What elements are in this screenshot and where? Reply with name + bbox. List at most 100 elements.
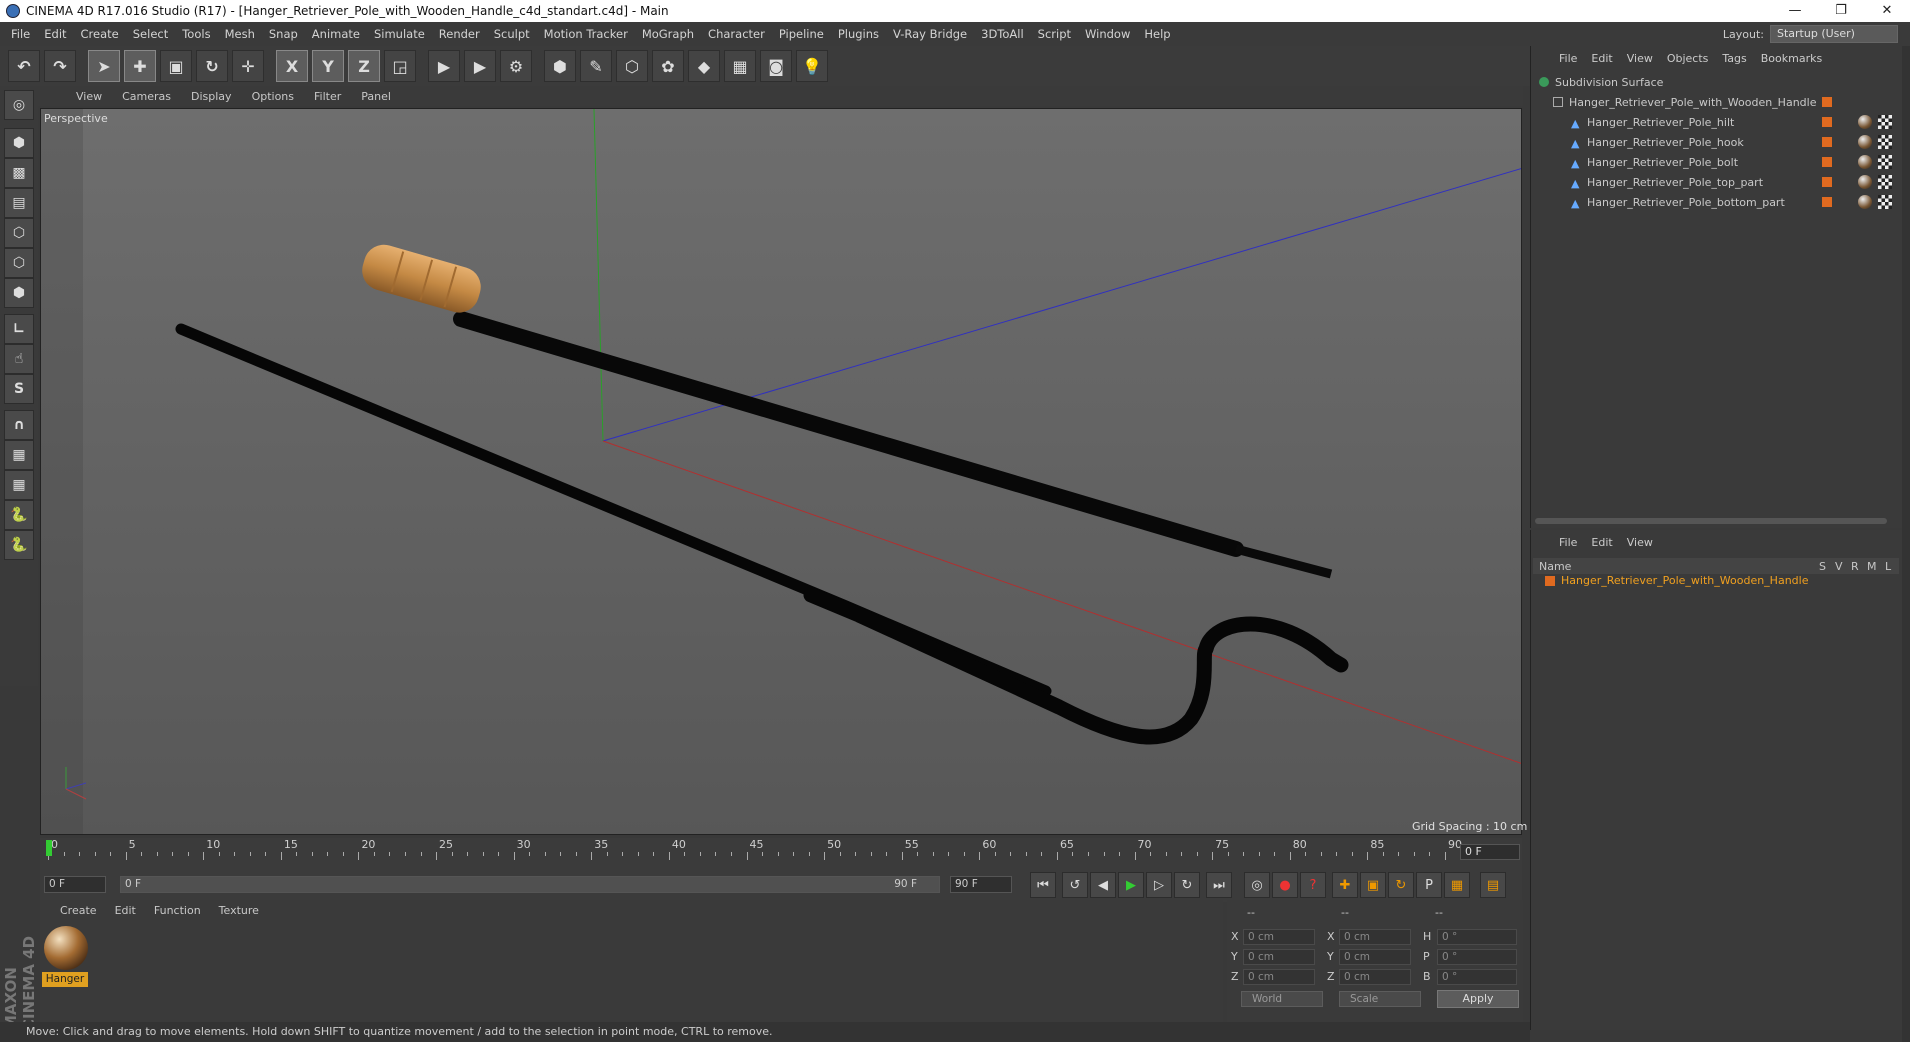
subdivision-icon[interactable]: ⬡ <box>616 50 648 82</box>
viewport-menu-filter[interactable]: Filter <box>304 90 351 103</box>
key-pla-icon[interactable]: ▦ <box>1444 872 1470 898</box>
key-rotation-icon[interactable]: ↻ <box>1388 872 1414 898</box>
light-icon[interactable]: 💡 <box>796 50 828 82</box>
coordinate-space-dropdown[interactable]: World <box>1241 991 1323 1007</box>
object-row-hilt[interactable]: ▲ Hanger_Retriever_Pole_hilt <box>1571 112 1861 132</box>
magnet-icon[interactable]: ∩ <box>4 410 34 440</box>
next-key-icon[interactable]: ↻ <box>1174 872 1200 898</box>
rotation-h-field[interactable]: 0 ° <box>1437 929 1517 945</box>
material-tag-icon[interactable] <box>1858 195 1872 209</box>
python-icon-2[interactable]: 🐍 <box>4 530 34 560</box>
x-axis-toggle[interactable]: X <box>276 50 308 82</box>
make-editable-icon[interactable]: ◎ <box>4 90 34 120</box>
layer-menu-edit[interactable]: Edit <box>1591 536 1612 556</box>
menu-item-mesh[interactable]: Mesh <box>218 27 262 41</box>
previous-frame-icon[interactable]: ◀ <box>1090 872 1116 898</box>
close-button[interactable]: ✕ <box>1864 0 1910 22</box>
layer-row[interactable]: Hanger_Retriever_Pole_with_Wooden_Handle <box>1545 574 1808 587</box>
size-x-field[interactable]: 0 cm <box>1339 929 1411 945</box>
layer-color-tag[interactable] <box>1822 177 1832 187</box>
redo-icon[interactable]: ↷ <box>44 50 76 82</box>
obj-menu-objects[interactable]: Objects <box>1667 52 1709 72</box>
camera-icon[interactable]: ◙ <box>760 50 792 82</box>
go-to-start-icon[interactable]: ⏮ <box>1030 872 1056 898</box>
timeline-layout-icon[interactable]: ▤ <box>1480 872 1506 898</box>
menu-item-create[interactable]: Create <box>74 27 126 41</box>
start-frame-field[interactable]: 0 F <box>44 876 106 893</box>
cube-icon[interactable]: ⬢ <box>544 50 576 82</box>
polygons-mode-icon[interactable]: ⬢ <box>4 278 34 308</box>
menu-item-help[interactable]: Help <box>1137 27 1177 41</box>
layer-color-tag[interactable] <box>1822 117 1832 127</box>
menu-item-snap[interactable]: Snap <box>262 27 305 41</box>
rotation-b-field[interactable]: 0 ° <box>1437 969 1517 985</box>
play-icon[interactable]: ▶ <box>1118 872 1144 898</box>
position-y-field[interactable]: 0 cm <box>1243 949 1315 965</box>
object-row-hook[interactable]: ▲ Hanger_Retriever_Pole_hook <box>1571 132 1861 152</box>
next-frame-icon[interactable]: ▷ <box>1146 872 1172 898</box>
uvw-tag-icon[interactable] <box>1878 135 1892 149</box>
menu-item-simulate[interactable]: Simulate <box>367 27 432 41</box>
tweak-mode-icon[interactable]: ☝ <box>4 344 34 374</box>
record-keys-icon[interactable]: ◎ <box>1244 872 1270 898</box>
layer-menu-view[interactable]: View <box>1627 536 1653 556</box>
rotate-icon[interactable]: ↻ <box>196 50 228 82</box>
material-menu-texture[interactable]: Texture <box>219 904 259 917</box>
restore-button[interactable]: ❐ <box>1818 0 1864 22</box>
obj-menu-tags[interactable]: Tags <box>1722 52 1746 72</box>
viewport[interactable] <box>40 108 1522 835</box>
position-z-field[interactable]: 0 cm <box>1243 969 1315 985</box>
menu-item-script[interactable]: Script <box>1031 27 1078 41</box>
render-view-icon[interactable]: ▶ <box>428 50 460 82</box>
viewport-menu-cameras[interactable]: Cameras <box>112 90 181 103</box>
uvw-tag-icon[interactable] <box>1878 155 1892 169</box>
y-axis-toggle[interactable]: Y <box>312 50 344 82</box>
menu-item-motion-tracker[interactable]: Motion Tracker <box>537 27 635 41</box>
playhead[interactable] <box>46 840 52 856</box>
menu-item-window[interactable]: Window <box>1078 27 1137 41</box>
layer-color-tag[interactable] <box>1822 157 1832 167</box>
viewport-menu-view[interactable]: View <box>66 90 112 103</box>
size-mode-dropdown[interactable]: Scale <box>1339 991 1421 1007</box>
viewport-menu-display[interactable]: Display <box>181 90 242 103</box>
object-row-top-part[interactable]: ▲ Hanger_Retriever_Pole_top_part <box>1571 172 1861 192</box>
menu-item-mograph[interactable]: MoGraph <box>635 27 701 41</box>
viewport-menu-options[interactable]: Options <box>242 90 304 103</box>
layer-color-tag[interactable] <box>1822 97 1832 107</box>
move-icon[interactable]: ✚ <box>124 50 156 82</box>
workplane-mode-icon[interactable]: ▤ <box>4 188 34 218</box>
obj-menu-view[interactable]: View <box>1627 52 1653 72</box>
autokey-icon[interactable]: ● <box>1272 872 1298 898</box>
menu-item-tools[interactable]: Tools <box>175 27 217 41</box>
python-icon[interactable]: 🐍 <box>4 500 34 530</box>
cloner-icon[interactable]: ✿ <box>652 50 684 82</box>
edges-mode-icon[interactable]: ⬡ <box>4 248 34 278</box>
menu-item-select[interactable]: Select <box>126 27 175 41</box>
material-menu-function[interactable]: Function <box>154 904 201 917</box>
layout-dropdown[interactable]: Startup (User) <box>1770 25 1898 43</box>
object-row-bolt[interactable]: ▲ Hanger_Retriever_Pole_bolt <box>1571 152 1861 172</box>
menu-item-3dtoall[interactable]: 3DToAll <box>974 27 1031 41</box>
horizontal-scrollbar[interactable] <box>1535 518 1887 524</box>
timeline-ruler[interactable]: 0 5 10 15 20 25 30 35 40 45 50 55 60 65 70 75 80 85 90 <box>40 838 1522 874</box>
workplane-icon[interactable]: ▦ <box>4 470 34 500</box>
go-to-end-icon[interactable]: ⏭ <box>1206 872 1232 898</box>
current-frame-field[interactable]: 0 F <box>1460 844 1520 860</box>
previous-key-icon[interactable]: ↺ <box>1062 872 1088 898</box>
size-z-field[interactable]: 0 cm <box>1339 969 1411 985</box>
menu-item-v-ray-bridge[interactable]: V-Ray Bridge <box>886 27 974 41</box>
key-scale-icon[interactable]: ▣ <box>1360 872 1386 898</box>
range-slider[interactable]: 0 F 90 F <box>120 876 940 893</box>
material-menu-edit[interactable]: Edit <box>115 904 136 917</box>
position-x-field[interactable]: 0 cm <box>1243 929 1315 945</box>
menu-item-plugins[interactable]: Plugins <box>831 27 886 41</box>
size-y-field[interactable]: 0 cm <box>1339 949 1411 965</box>
key-position-icon[interactable]: ✚ <box>1332 872 1358 898</box>
object-row-group[interactable]: Hanger_Retriever_Pole_with_Wooden_Handle <box>1553 92 1843 112</box>
obj-menu-edit[interactable]: Edit <box>1591 52 1612 72</box>
render-picture-viewer-icon[interactable]: ▶ <box>464 50 496 82</box>
layer-menu-file[interactable]: File <box>1559 536 1577 556</box>
coordinate-system-icon[interactable]: ◲ <box>384 50 416 82</box>
material-tag-icon[interactable] <box>1858 175 1872 189</box>
points-mode-icon[interactable]: ⬡ <box>4 218 34 248</box>
